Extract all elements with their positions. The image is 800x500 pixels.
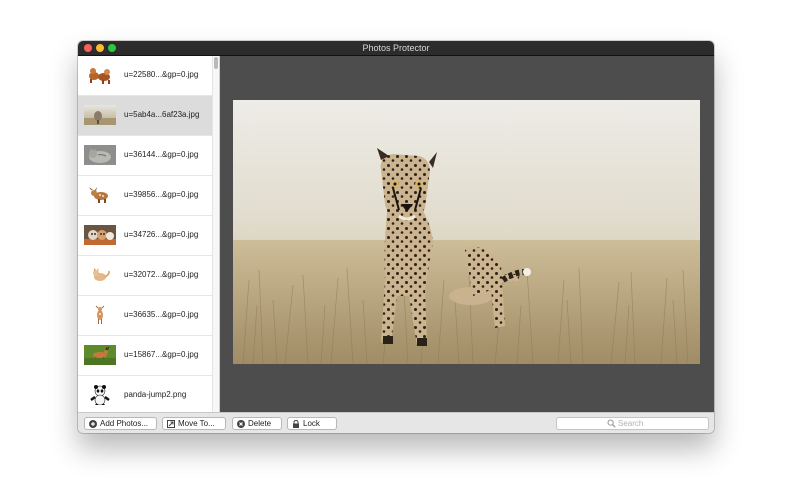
delete-label: Delete [248, 419, 272, 428]
kitten-thumbnail [84, 265, 116, 285]
kittens-thumbnail [84, 225, 116, 245]
photo-list-item[interactable]: u=22580...&gp=0.jpg [78, 56, 212, 96]
photo-filename: u=5ab4a...6af23a.jpg [124, 110, 200, 119]
search-input[interactable] [557, 418, 708, 429]
antelope-thumbnail [84, 345, 116, 365]
photo-filename: u=36144...&gp=0.jpg [124, 150, 199, 159]
add-photos-label: Add Photos... [100, 419, 149, 428]
window-title: Photos Protector [362, 43, 430, 53]
move-icon [167, 420, 175, 428]
lock-button[interactable]: Lock [287, 417, 337, 430]
photo-filename: u=22580...&gp=0.jpg [124, 70, 199, 79]
title-bar: Photos Protector [78, 41, 714, 56]
lock-label: Lock [303, 419, 320, 428]
photo-list-item[interactable]: u=32072...&gp=0.jpg [78, 256, 212, 296]
bottom-toolbar: Add Photos... Move To... Delete Lock [78, 412, 714, 433]
photo-filename: u=15867...&gp=0.jpg [124, 350, 199, 359]
move-to-label: Move To... [178, 419, 215, 428]
fawn-thumbnail [84, 185, 116, 205]
photo-list-item[interactable]: u=15867...&gp=0.jpg [78, 336, 212, 376]
photo-filename: u=39856...&gp=0.jpg [124, 190, 199, 199]
scroll-thumb[interactable] [214, 57, 218, 69]
photo-list-scrollbar[interactable] [212, 56, 220, 412]
panda-thumbnail [84, 385, 116, 405]
photo-list[interactable]: u=22580...&gp=0.jpg u=5ab4a...6af23a.jpg [78, 56, 212, 412]
cheetah-photo [233, 100, 700, 365]
add-photos-button[interactable]: Add Photos... [84, 417, 157, 430]
photo-list-item[interactable]: u=39856...&gp=0.jpg [78, 176, 212, 216]
photo-list-item[interactable]: panda-jump2.png [78, 376, 212, 412]
app-window: Photos Protector u=22580...&gp=0.jpg u=5… [78, 41, 714, 433]
photo-list-item[interactable]: u=36635...&gp=0.jpg [78, 296, 212, 336]
photo-filename: panda-jump2.png [124, 390, 187, 399]
move-to-button[interactable]: Move To... [162, 417, 226, 430]
delete-x-circle-icon [237, 420, 245, 428]
preview-area [220, 56, 714, 412]
search-field[interactable] [556, 417, 709, 430]
delete-button[interactable]: Delete [232, 417, 282, 430]
photo-filename: u=32072...&gp=0.jpg [124, 270, 199, 279]
photo-list-item[interactable]: u=34726...&gp=0.jpg [78, 216, 212, 256]
photo-filename: u=34726...&gp=0.jpg [124, 230, 199, 239]
photo-list-item[interactable]: u=36144...&gp=0.jpg [78, 136, 212, 176]
cheetah-thumbnail [84, 105, 116, 125]
photo-list-item-selected[interactable]: u=5ab4a...6af23a.jpg [78, 96, 212, 136]
deer-thumbnail [84, 305, 116, 325]
dogs-thumbnail [84, 65, 116, 85]
plus-circle-icon [89, 420, 97, 428]
cat-thumbnail [84, 145, 116, 165]
lock-icon [293, 420, 299, 428]
photo-filename: u=36635...&gp=0.jpg [124, 310, 199, 319]
